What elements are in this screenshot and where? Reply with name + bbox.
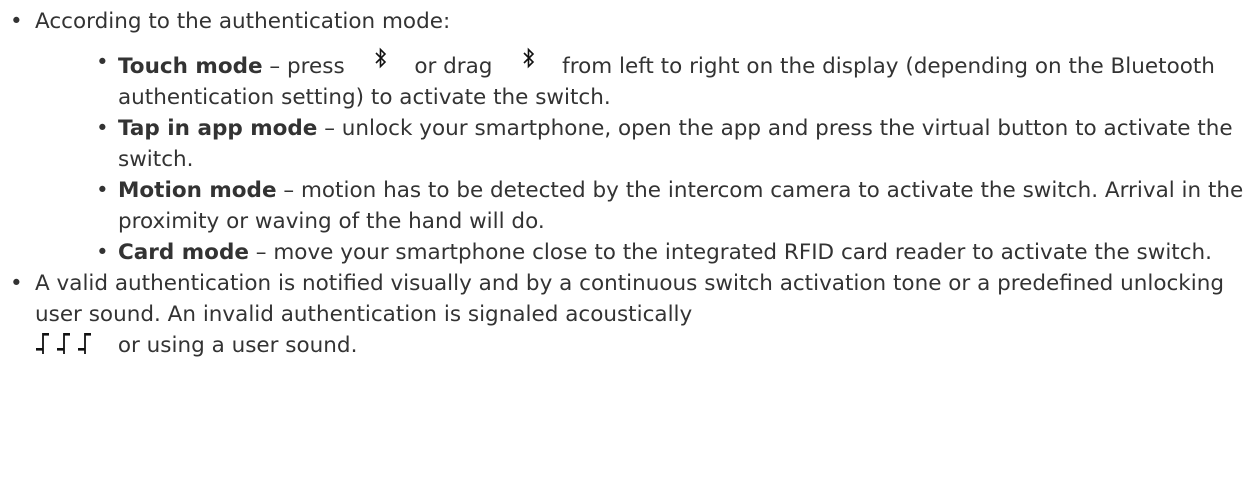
list-item-touch-mode: • Touch mode – press or drag from left t… [35,47,1247,113]
bullet-list: • According to the authentication mode: … [0,6,1247,361]
list-item-motion-mode: • Motion mode – motion has to be detecte… [35,175,1247,237]
valid-auth-text: A valid authentication is notified visua… [35,271,1225,327]
bullet-dot: • [96,240,109,265]
motion-mode-text: – motion has to be detected by the inter… [118,178,1244,234]
card-mode-text: – move your smartphone close to the inte… [248,240,1213,265]
sub-bullet-list: • Touch mode – press or drag from left t… [35,47,1247,268]
term-tap-in-app-mode: Tap in app mode [118,116,318,141]
bluetooth-icon [373,47,389,69]
bullet-dot: • [96,178,109,203]
term-card-mode: Card mode [118,240,249,265]
invalid-auth-tail: or using a user sound. [111,333,358,358]
list-item-card-mode: • Card mode – move your smartphone close… [35,237,1247,268]
list-item-tap-in-app-mode: • Tap in app mode – unlock your smartpho… [35,113,1247,175]
bullet-dot: • [96,116,109,141]
bullet-dot: • [10,9,23,34]
term-motion-mode: Motion mode [118,178,277,203]
touch-mode-text-2: or drag [407,54,500,79]
bullet-dot: • [10,271,23,296]
touch-mode-text-1: – press [262,54,352,79]
term-touch-mode: Touch mode [118,54,263,79]
list-item-auth-mode: • According to the authentication mode: … [0,6,1247,268]
list-item-valid-authentication: • A valid authentication is notified vis… [0,268,1247,361]
document-body: • According to the authentication mode: … [0,0,1247,361]
bluetooth-icon [521,47,537,69]
bullet-dot: • [96,50,109,75]
list-item-text: According to the authentication mode: [35,9,451,34]
invalid-tone-notes-icon [35,330,101,356]
